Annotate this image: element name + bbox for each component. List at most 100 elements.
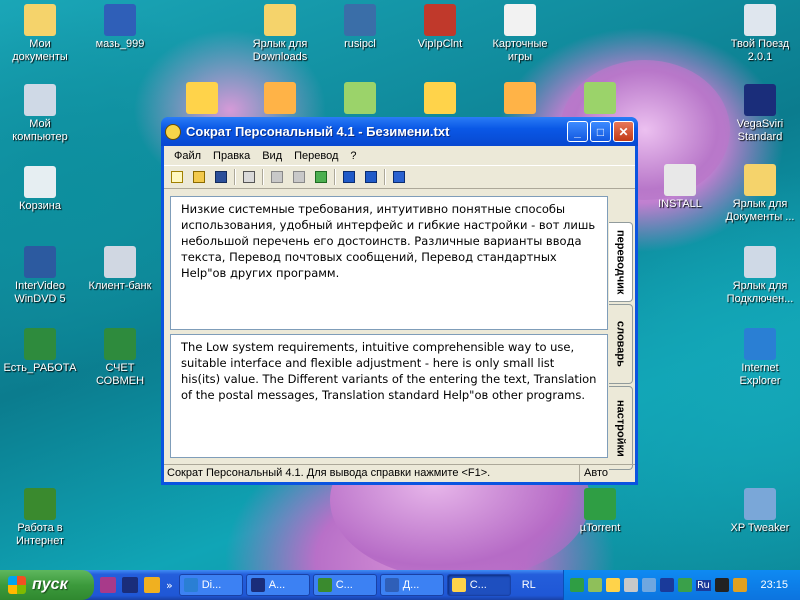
toolbar-separator: [334, 169, 336, 185]
sokrat-app-icon-1: [186, 82, 218, 114]
desktop-icon[interactable]: [480, 82, 560, 116]
ru-language-tray-icon[interactable]: Ru: [696, 579, 711, 591]
desktop-icon[interactable]: Корзина: [0, 166, 80, 213]
toolbar: [164, 165, 635, 189]
taskbar-button[interactable]: Д...: [379, 574, 444, 596]
word-document-icon: [384, 578, 399, 592]
chevron-right-icon[interactable]: »: [166, 579, 173, 592]
menu-bar: Файл Правка Вид Перевод ?: [164, 146, 635, 165]
open-icon[interactable]: [190, 168, 208, 186]
desktop-icon[interactable]: XP Tweaker: [720, 488, 800, 535]
quick-launch: »: [94, 577, 179, 593]
desktop-icon[interactable]: INSTALL: [640, 164, 720, 211]
taskbar-button[interactable]: C...: [446, 574, 511, 596]
source-text-pane[interactable]: Низкие системные требования, интуитивно …: [170, 196, 608, 330]
source-text: Низкие системные требования, интуитивно …: [181, 202, 596, 280]
print-icon[interactable]: [240, 168, 258, 186]
desktop-icon-label: Internet Explorer: [739, 362, 781, 387]
desktop-icon[interactable]: Твой Поезд 2.0.1: [720, 4, 800, 64]
network-tray-icon[interactable]: [588, 578, 602, 592]
menu-edit[interactable]: Правка: [207, 150, 256, 162]
desktop-icon[interactable]: Мои документы: [0, 4, 80, 64]
desktop-icon[interactable]: [400, 82, 480, 116]
desktop-icon[interactable]: мазь_999: [80, 4, 160, 51]
star-icon: [744, 84, 776, 116]
desktop-icon-label: InterVideo WinDVD 5: [14, 280, 66, 305]
star-tray-icon[interactable]: [732, 578, 747, 592]
maximize-button[interactable]: □: [590, 121, 611, 142]
desktop-icon[interactable]: Internet Explorer: [720, 328, 800, 388]
desktop-icon[interactable]: [320, 82, 400, 116]
clock[interactable]: 23:15: [760, 579, 800, 591]
tree-icon: [317, 578, 332, 592]
tab-dictionary[interactable]: словарь: [609, 304, 633, 384]
translate-up-icon[interactable]: [362, 168, 380, 186]
translation-text-pane[interactable]: The Low system requirements, intuitive c…: [170, 334, 608, 458]
taskbar-button[interactable]: C...: [312, 574, 377, 596]
new-icon[interactable]: [168, 168, 186, 186]
start-label: пуск: [32, 576, 68, 593]
sokrat-app-icon[interactable]: [165, 123, 181, 140]
utorrent-tray-icon[interactable]: [570, 578, 584, 592]
taskbar-button[interactable]: Di...: [178, 574, 243, 596]
task-buttons: Di... A... C... Д... C...: [178, 574, 514, 596]
desktop-icon[interactable]: Карточные игры: [480, 4, 560, 64]
info-icon[interactable]: [390, 168, 408, 186]
paste-icon[interactable]: [312, 168, 330, 186]
desktop-icon[interactable]: µTorrent: [560, 488, 640, 535]
excel-file-icon: [104, 328, 136, 360]
start-button[interactable]: пуск: [0, 570, 94, 600]
desktop-icon[interactable]: Работа в Интернет: [0, 488, 80, 548]
desktop-icon[interactable]: Есть_РАБОТА: [0, 328, 80, 375]
network-connection-icon: [744, 246, 776, 278]
vegasviri-icon: [250, 578, 265, 592]
bug-tray-icon[interactable]: [714, 578, 729, 592]
vegasviri-icon[interactable]: [122, 577, 138, 593]
folder-shortcut-icon: [744, 164, 776, 196]
settings-tray-icon[interactable]: [624, 578, 638, 592]
sokrat-window: Сократ Персональный 4.1 - Безимени.txt _…: [161, 117, 638, 485]
cut-icon[interactable]: [268, 168, 286, 186]
desktop-icon[interactable]: Ярлык для Документы ...: [720, 164, 800, 224]
window-titlebar[interactable]: Сократ Персональный 4.1 - Безимени.txt _…: [161, 117, 638, 146]
sound-tray-icon[interactable]: [642, 578, 656, 592]
desktop-icon[interactable]: Ярлык для Downloads: [240, 4, 320, 64]
winrar-icon[interactable]: [100, 577, 116, 593]
desktop-icon[interactable]: Клиент-банк: [80, 246, 160, 293]
desktop-icon[interactable]: [560, 82, 640, 116]
minimize-button[interactable]: _: [567, 121, 588, 142]
save-icon[interactable]: [212, 168, 230, 186]
desktop-icon[interactable]: VipIpClnt: [400, 4, 480, 51]
antivirus-tray-icon[interactable]: [678, 578, 692, 592]
copy-icon[interactable]: [290, 168, 308, 186]
menu-translate[interactable]: Перевод: [288, 150, 344, 162]
ms-install-icon: [664, 164, 696, 196]
taskbar: пуск » Di... A... C... Д... C... RL Ru 23:15: [0, 570, 800, 600]
translate-down-icon[interactable]: [340, 168, 358, 186]
desktop-icon-label: XP Tweaker: [730, 522, 790, 534]
menu-file[interactable]: Файл: [168, 150, 207, 162]
menu-view[interactable]: Вид: [256, 150, 288, 162]
media-player-tray-icon[interactable]: [660, 578, 674, 592]
desktop-icon[interactable]: VegaSviri Standard: [720, 84, 800, 144]
language-indicator[interactable]: RL: [514, 579, 544, 591]
sokrat-tray-icon[interactable]: [606, 578, 620, 592]
translated-text: The Low system requirements, intuitive c…: [181, 340, 597, 402]
media-icon[interactable]: [144, 577, 160, 593]
desktop-icon[interactable]: InterVideo WinDVD 5: [0, 246, 80, 306]
bank-client-icon: [104, 246, 136, 278]
tab-translator[interactable]: переводчик: [609, 222, 633, 302]
menu-help[interactable]: ?: [344, 150, 362, 162]
desktop-icon[interactable]: [240, 82, 320, 116]
close-button[interactable]: ✕: [613, 121, 634, 142]
desktop-icon[interactable]: Ярлык для Подключен...: [720, 246, 800, 306]
desktop-icon[interactable]: [162, 82, 242, 116]
desktop-icon[interactable]: Мой компьютер: [0, 84, 80, 144]
toolbar-separator: [384, 169, 386, 185]
taskbar-button[interactable]: A...: [245, 574, 310, 596]
taskbar-button-label: A...: [268, 579, 286, 591]
desktop-icon-label: Работа в Интернет: [16, 522, 64, 547]
desktop-icon[interactable]: rusipcl: [320, 4, 400, 51]
desktop-icon[interactable]: СЧЕТ СОВМЕН: [80, 328, 160, 388]
tab-settings[interactable]: настройки: [609, 386, 633, 470]
